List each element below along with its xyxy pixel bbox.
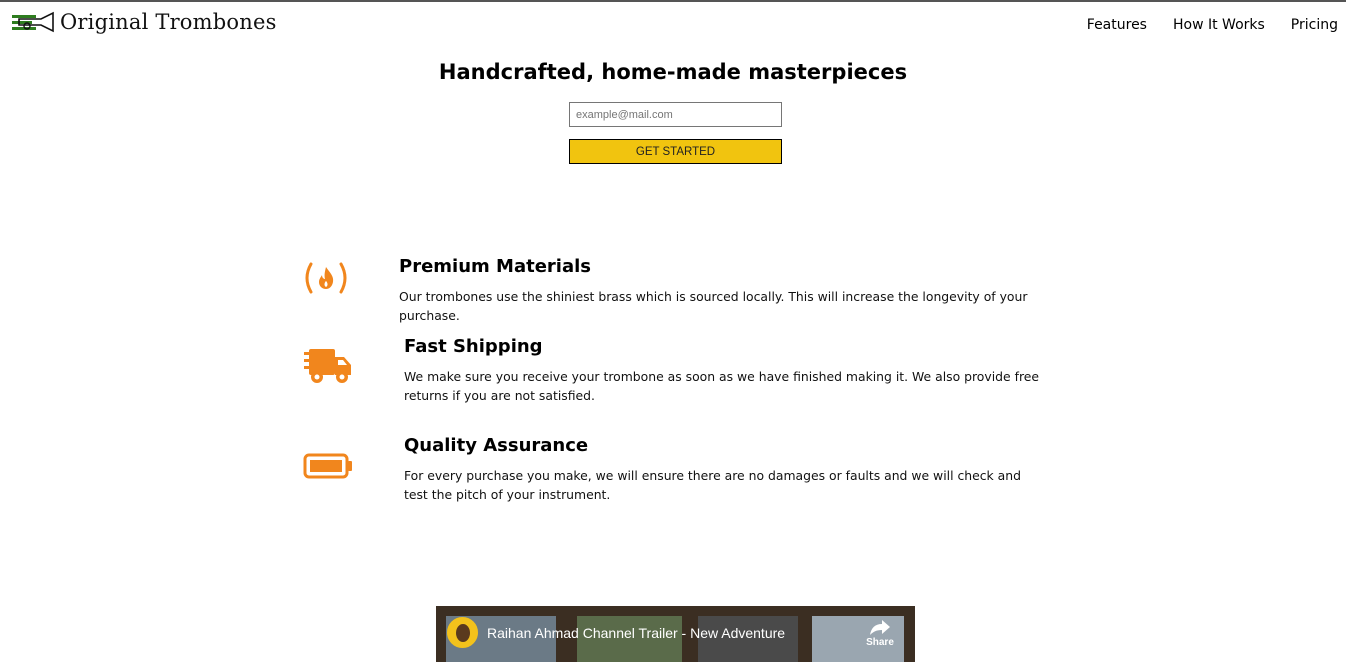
fire-icon [305, 262, 347, 294]
main-nav: Features How It Works Pricing [1061, 17, 1338, 33]
feature-text-fast-shipping: We make sure you receive your trombone a… [404, 369, 1040, 403]
hero-title: Handcrafted, home-made masterpieces [438, 60, 908, 84]
truck-icon [304, 349, 351, 383]
share-label: Share [866, 637, 894, 648]
brand-name: Original Trombones [60, 10, 277, 34]
email-input[interactable] [569, 102, 782, 127]
video-embed[interactable]: Raihan Ahmad Channel Trailer - New Adven… [436, 606, 915, 662]
site-header: Original Trombones Features How It Works… [0, 2, 1346, 48]
channel-avatar[interactable] [447, 617, 478, 648]
feature-title-quality-assurance: Quality Assurance [404, 435, 589, 456]
get-started-button[interactable]: GET STARTED [569, 139, 782, 164]
trombone-logo-icon [12, 11, 54, 33]
feature-text-quality-assurance: For every purchase you make, we will ens… [404, 468, 1021, 502]
share-button[interactable]: Share [865, 618, 895, 648]
logo[interactable]: Original Trombones [11, 10, 277, 34]
battery-icon [303, 453, 352, 479]
hero-section: Handcrafted, home-made masterpieces [0, 60, 1346, 84]
feature-title-premium-materials: Premium Materials [399, 256, 591, 277]
nav-link-how-it-works[interactable]: How It Works [1173, 17, 1265, 33]
share-icon [870, 620, 890, 635]
nav-link-pricing[interactable]: Pricing [1291, 17, 1338, 33]
nav-link-features[interactable]: Features [1087, 17, 1147, 33]
feature-text-premium-materials: Our trombones use the shiniest brass whi… [399, 289, 1028, 323]
feature-title-fast-shipping: Fast Shipping [404, 336, 543, 357]
video-title[interactable]: Raihan Ahmad Channel Trailer - New Adven… [487, 625, 785, 641]
